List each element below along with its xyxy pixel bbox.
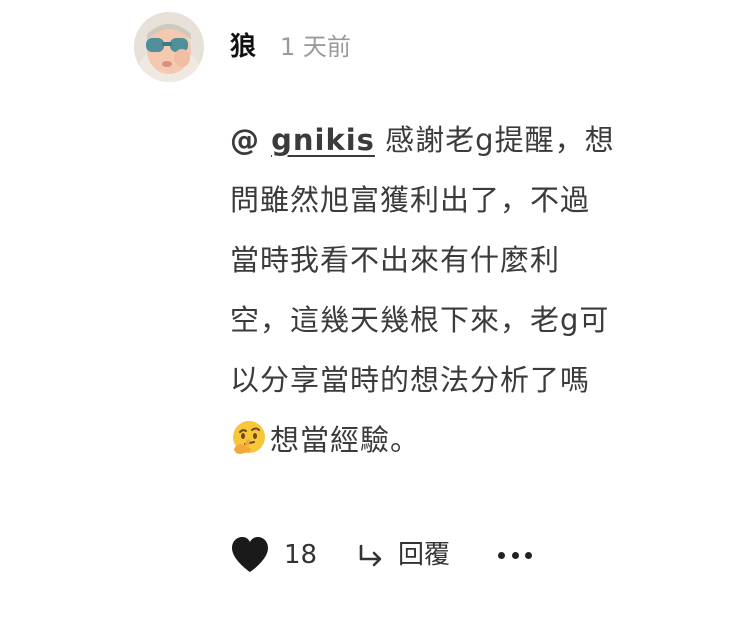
reply-button[interactable]: 回覆	[358, 536, 450, 574]
more-dots-icon	[525, 551, 532, 559]
comment-line-2: 問雖然旭富獲利出了，不過	[230, 183, 591, 217]
comment-actions: 18 回覆	[230, 532, 550, 578]
mention-name: gnikis	[271, 123, 375, 157]
mention-prefix: @	[230, 123, 272, 157]
comment-line-3: 當時我看不出來有什麼利	[230, 243, 561, 277]
comment-line-1: @ gnikis 感謝老g提醒，想	[230, 110, 700, 170]
mention-link[interactable]: @ gnikis	[230, 123, 375, 157]
like-count: 18	[284, 540, 318, 570]
comment-line-4: 空，這幾天幾根下來，老g可	[230, 303, 610, 337]
more-options-button[interactable]	[498, 540, 532, 570]
comment-line-text: 感謝老g提醒，想	[374, 123, 615, 157]
comment-line-5: 以分享當時的想法分析了嗎	[230, 363, 591, 397]
reply-label: 回覆	[398, 540, 451, 570]
comment-card: 狼 1 天前 @ gnikis 感謝老g提醒，想 問雖然旭富獲利出了，不過 當時…	[0, 0, 740, 627]
comment-line-text: 想當經驗。	[270, 423, 421, 457]
comment-text: @ gnikis 感謝老g提醒，想 問雖然旭富獲利出了，不過 當時我看不出來有什…	[230, 110, 700, 470]
timestamp: 1 天前	[280, 33, 351, 61]
more-dots-icon	[498, 551, 505, 559]
comment-line-6: 想當經驗。	[230, 410, 700, 470]
avatar-image	[134, 12, 204, 82]
avatar[interactable]	[134, 12, 204, 82]
thinking-face-emoji	[233, 421, 265, 454]
reply-arrow-icon	[359, 544, 382, 567]
author-name[interactable]: 狼	[230, 30, 256, 64]
heart-icon[interactable]	[230, 536, 270, 574]
more-dots-icon	[511, 551, 519, 559]
